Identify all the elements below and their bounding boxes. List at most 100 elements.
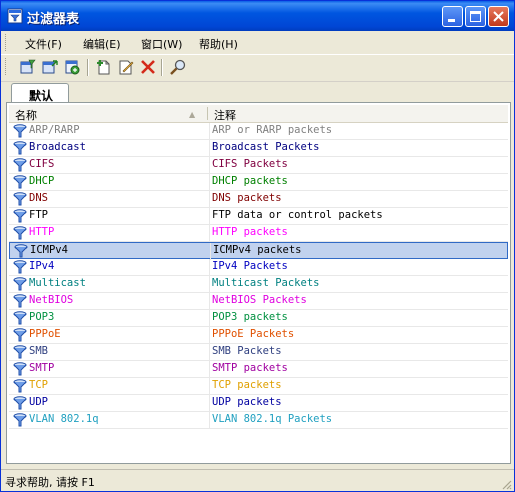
filter-list: 名称 ▲ 注释 ARP/RARP ARP or RARP packets Broad… [6, 102, 511, 464]
filter-note: IPv4 Packets [212, 260, 288, 272]
table-row[interactable]: HTTP HTTP packets [9, 225, 508, 242]
filter-note: CIFS Packets [212, 158, 288, 170]
window-title: 过滤器表 [27, 12, 80, 27]
menu-edit[interactable]: 编辑(E) [83, 36, 121, 52]
minimize-button[interactable] [442, 6, 463, 27]
minimize-icon [448, 19, 455, 22]
filter-funnel-icon [13, 362, 27, 376]
title-bar[interactable]: 过滤器表 [1, 1, 514, 31]
save-filter-icon[interactable] [41, 58, 59, 76]
table-row[interactable]: ICMPv4 ICMPv4 packets [9, 242, 508, 260]
delete-icon[interactable] [139, 58, 157, 76]
toolbar-separator [87, 59, 89, 76]
table-row[interactable]: SMB SMB Packets [9, 344, 508, 361]
maximize-button[interactable] [465, 6, 486, 27]
table-row[interactable]: CIFS CIFS Packets [9, 157, 508, 174]
table-row[interactable]: VLAN 802.1q VLAN 802.1q Packets [9, 412, 508, 429]
menu-file[interactable]: 文件(F) [25, 36, 62, 52]
column-gridline [209, 361, 210, 378]
close-icon [493, 11, 504, 22]
filter-name: ARP/RARP [29, 124, 80, 136]
filter-note: PPPoE Packets [212, 328, 295, 340]
filter-note: SMTP packets [212, 362, 288, 374]
filter-funnel-icon [13, 311, 27, 325]
edit-filter-icon[interactable] [117, 58, 135, 76]
sort-ascending-icon: ▲ [189, 110, 196, 119]
filter-funnel-icon [14, 244, 28, 258]
column-gridline [209, 327, 210, 344]
column-gridline [209, 191, 210, 208]
table-row[interactable]: ARP/RARP ARP or RARP packets [9, 123, 508, 140]
column-gridline [209, 174, 210, 191]
table-row[interactable]: DHCP DHCP packets [9, 174, 508, 191]
filter-funnel-icon [13, 124, 27, 138]
column-gridline [209, 208, 210, 225]
filter-funnel-icon [13, 192, 27, 206]
status-bar: 寻求帮助, 请按 F1 [1, 469, 514, 491]
table-row[interactable]: DNS DNS packets [9, 191, 508, 208]
filter-name: HTTP [29, 226, 55, 238]
column-gridline [209, 259, 210, 276]
column-header-note[interactable]: 注释 [214, 107, 236, 123]
column-gridline [209, 123, 210, 140]
filter-name: Multicast [29, 277, 86, 289]
column-divider[interactable] [207, 107, 208, 120]
column-gridline [209, 140, 210, 157]
table-row[interactable]: POP3 POP3 packets [9, 310, 508, 327]
filter-funnel-icon [13, 396, 27, 410]
menu-window[interactable]: 窗口(W) [141, 36, 182, 52]
table-row[interactable]: Multicast Multicast Packets [9, 276, 508, 293]
open-filter-icon[interactable] [19, 58, 37, 76]
table-row[interactable]: FTP FTP data or control packets [9, 208, 508, 225]
filter-note: TCP packets [212, 379, 282, 391]
table-row[interactable]: NetBIOS NetBIOS Packets [9, 293, 508, 310]
menu-bar: 文件(F) 编辑(E) 窗口(W) 帮助(H) [1, 31, 514, 55]
filter-name: VLAN 802.1q [29, 413, 99, 425]
filter-funnel-icon [13, 294, 27, 308]
toolbar-grip[interactable] [5, 58, 9, 75]
table-row[interactable]: TCP TCP packets [9, 378, 508, 395]
close-button[interactable] [488, 6, 509, 27]
filter-name: PPPoE [29, 328, 61, 340]
list-header: 名称 ▲ 注释 [9, 105, 508, 123]
table-row[interactable]: UDP UDP packets [9, 395, 508, 412]
filter-note: Broadcast Packets [212, 141, 320, 153]
filter-name: Broadcast [29, 141, 86, 153]
filter-note: ARP or RARP packets [212, 124, 333, 136]
filter-note: DHCP packets [212, 175, 288, 187]
resize-grip-icon[interactable] [501, 479, 512, 490]
column-header-name[interactable]: 名称 [15, 107, 37, 123]
menu-help[interactable]: 帮助(H) [199, 36, 238, 52]
table-row[interactable]: Broadcast Broadcast Packets [9, 140, 508, 157]
column-gridline [209, 225, 210, 242]
column-gridline [209, 293, 210, 310]
import-filter-icon[interactable] [63, 58, 81, 76]
filter-funnel-icon [13, 345, 27, 359]
filter-funnel-icon [13, 158, 27, 172]
tab-strip: 默认 [5, 83, 509, 103]
column-gridline [209, 412, 210, 429]
table-row[interactable]: IPv4 IPv4 Packets [9, 259, 508, 276]
menubar-grip[interactable] [5, 34, 9, 51]
toolbar-separator [161, 59, 163, 76]
table-row[interactable]: SMTP SMTP packets [9, 361, 508, 378]
filter-name: FTP [29, 209, 48, 221]
filter-funnel-icon [13, 260, 27, 274]
filter-name: SMB [29, 345, 48, 357]
table-row[interactable]: PPPoE PPPoE Packets [9, 327, 508, 344]
filter-table-app-icon [7, 8, 23, 24]
filter-note: UDP packets [212, 396, 282, 408]
status-text: 寻求帮助, 请按 F1 [5, 476, 95, 489]
filter-name: IPv4 [29, 260, 55, 272]
filter-funnel-icon [13, 413, 27, 427]
filter-note: Multicast Packets [212, 277, 320, 289]
filter-note: NetBIOS Packets [212, 294, 307, 306]
new-filter-icon[interactable] [95, 58, 113, 76]
filter-name: CIFS [29, 158, 55, 170]
find-icon[interactable] [169, 58, 187, 76]
toolbar [1, 55, 514, 82]
filter-name: DNS [29, 192, 48, 204]
filter-funnel-icon [13, 328, 27, 342]
filter-funnel-icon [13, 277, 27, 291]
tab-default[interactable]: 默认 [11, 83, 69, 103]
